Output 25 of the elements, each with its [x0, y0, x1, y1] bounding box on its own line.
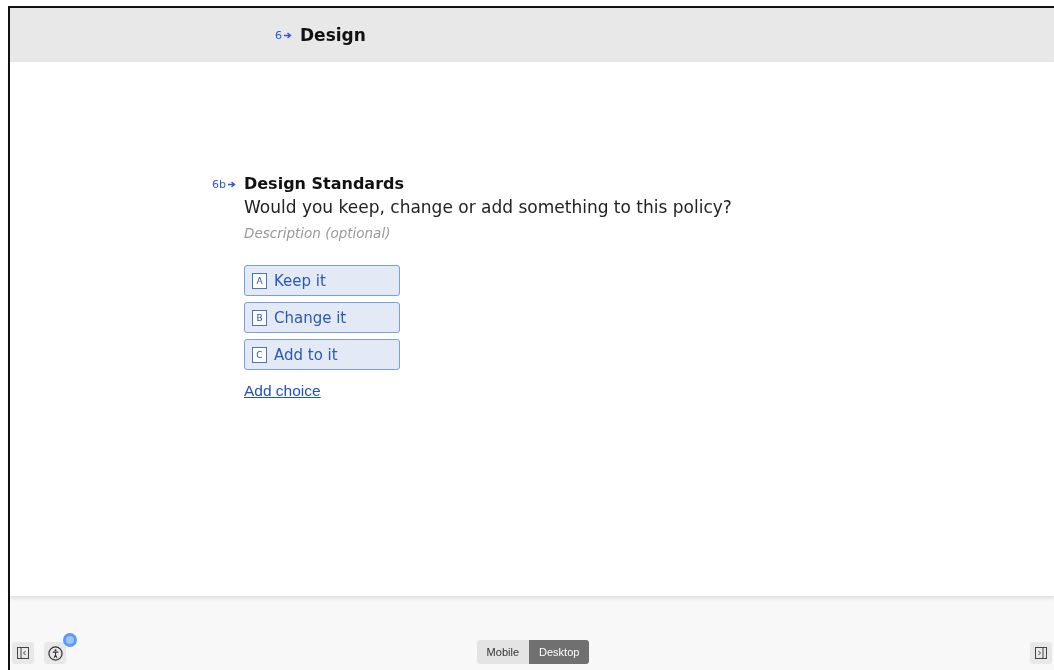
choice-option[interactable]: A Keep it	[244, 265, 400, 296]
view-tab[interactable]: Mobile	[476, 640, 529, 664]
expand-panel-button[interactable]	[1030, 642, 1052, 664]
accessibility-button[interactable]	[44, 642, 66, 664]
section-title: Design	[300, 25, 366, 45]
question-text: Would you keep, change or add something to this policy?	[244, 197, 732, 217]
choice-key: C	[252, 346, 267, 363]
choice-option[interactable]: B Change it	[244, 302, 400, 333]
choice-label: Keep it	[274, 271, 326, 290]
question-title: Design Standards	[244, 174, 404, 193]
panel-icon	[17, 647, 29, 659]
choice-label: Change it	[274, 308, 347, 327]
choice-option[interactable]: C Add to it	[244, 339, 400, 370]
panel-icon	[1035, 647, 1047, 659]
add-choice-link[interactable]: Add choice	[244, 382, 321, 400]
arrow-icon	[284, 31, 292, 39]
collapse-panel-button[interactable]	[12, 642, 34, 664]
arrow-icon	[228, 180, 236, 188]
choice-label: Add to it	[274, 345, 338, 364]
choice-key: A	[252, 272, 267, 289]
question-number: 6b	[212, 174, 236, 194]
accessibility-icon	[47, 645, 63, 661]
view-tab[interactable]: Desktop	[529, 640, 590, 664]
section-number: 6	[275, 28, 292, 42]
choice-key: B	[252, 309, 267, 326]
